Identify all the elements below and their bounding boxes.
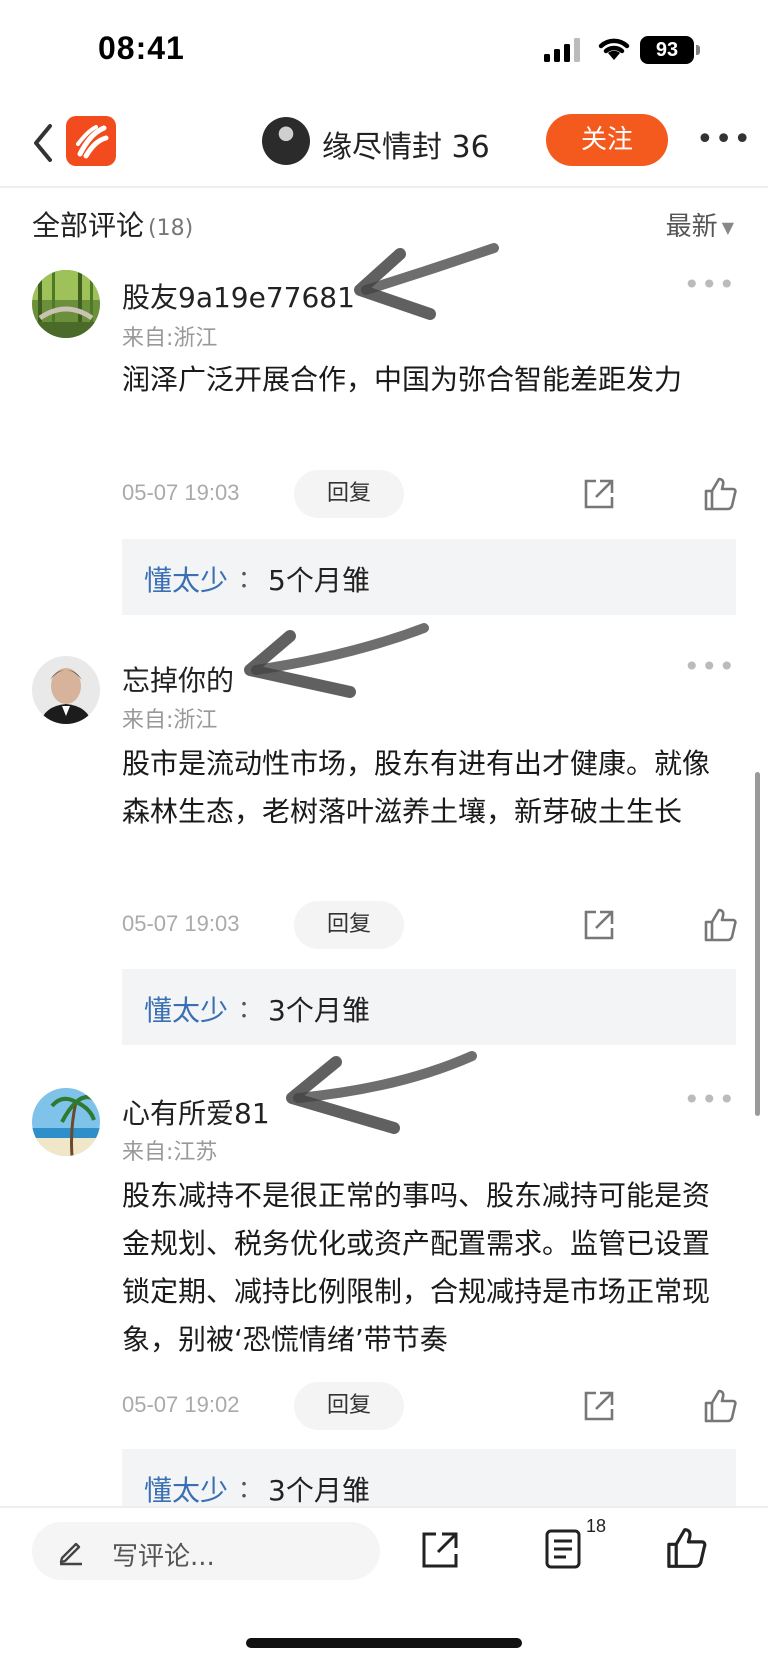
caret-down-icon: ▼: [721, 218, 734, 237]
annotation-arrow-icon: [354, 243, 499, 320]
wifi-icon: [598, 38, 630, 60]
user-location: 来自:江苏: [122, 1140, 218, 1165]
reply-button[interactable]: 回复: [294, 470, 404, 518]
cellular-signal-icon: [544, 38, 580, 62]
sub-reply-separator: ：: [238, 1475, 262, 1503]
sub-reply-text: 5个月雏: [268, 564, 370, 597]
avatar-bamboo-bridge-image: [32, 270, 100, 338]
share-icon[interactable]: [420, 1530, 460, 1570]
annotation-arrow-icon: [286, 1051, 477, 1134]
user-location: 来自:浙江: [122, 708, 218, 733]
comment-time: 05-07 19:02: [122, 1392, 240, 1417]
comment-text: 润泽广泛开展合作，中国为弥合智能差距发力: [122, 363, 683, 396]
annotation-arrow-icon: [244, 623, 429, 698]
user-avatar[interactable]: [32, 656, 100, 724]
comment-time: 05-07 19:03: [122, 480, 240, 505]
back-arrow-icon[interactable]: [26, 120, 60, 166]
comments-title: 全部评论: [32, 209, 145, 242]
more-options-icon[interactable]: •••: [696, 122, 752, 157]
home-indicator[interactable]: [246, 1638, 522, 1648]
sub-reply-user[interactable]: 懂太少: [144, 1469, 228, 1509]
status-bar: 08:41 93: [0, 0, 768, 100]
author-name[interactable]: 缘尽情封 36: [322, 122, 490, 166]
sub-reply-user[interactable]: 懂太少: [144, 989, 228, 1029]
follow-button[interactable]: 关注: [546, 114, 668, 166]
username[interactable]: 心有所爱81: [122, 1092, 270, 1132]
status-time: 08:41: [98, 30, 185, 66]
like-thumb-icon[interactable]: [702, 476, 738, 512]
comment-text: 股东减持不是很正常的事吗、股东减持可能是资金规划、税务优化或资产配置需求。监管已…: [122, 1179, 711, 1356]
comment-text: 股市是流动性市场，股东有进有出才健康。就像森林生态，老树落叶滋养土壤，新芽破土生…: [122, 747, 711, 828]
user-avatar[interactable]: [32, 270, 100, 338]
reply-button[interactable]: 回复: [294, 1382, 404, 1430]
sub-reply[interactable]: 懂太少 ： 3个月雏: [122, 969, 736, 1045]
comments-list-icon[interactable]: [544, 1528, 582, 1570]
user-avatar[interactable]: [32, 1088, 100, 1156]
like-thumb-icon[interactable]: [702, 907, 738, 943]
reply-button[interactable]: 回复: [294, 901, 404, 949]
sort-label: 最新: [665, 212, 718, 242]
battery-indicator: 93: [640, 36, 694, 64]
scrollbar[interactable]: [755, 772, 760, 1116]
sort-dropdown[interactable]: 最新 ▼: [666, 206, 734, 243]
avatar-man-portrait-image: [32, 656, 100, 724]
write-comment-input[interactable]: 写评论...: [32, 1522, 380, 1580]
sub-reply-separator: ：: [238, 995, 262, 1023]
comment-more-icon[interactable]: •••: [683, 650, 736, 683]
comment-time: 05-07 19:03: [122, 911, 240, 936]
share-icon[interactable]: [582, 908, 616, 942]
sub-reply-text: 3个月雏: [268, 994, 370, 1027]
app-logo[interactable]: [66, 116, 116, 166]
comments-section-title: 全部评论 (18): [32, 204, 193, 244]
sub-reply[interactable]: 懂太少 ： 5个月雏: [122, 539, 736, 615]
avatar-beach-palm-image: [32, 1088, 100, 1156]
sub-reply-user[interactable]: 懂太少: [144, 559, 228, 599]
comment-more-icon[interactable]: •••: [683, 1083, 736, 1116]
share-icon[interactable]: [582, 1389, 616, 1423]
pen-icon: [59, 1542, 82, 1566]
like-thumb-icon[interactable]: [702, 1388, 738, 1424]
like-thumb-icon[interactable]: [664, 1526, 708, 1570]
sub-reply-text: 3个月雏: [268, 1474, 370, 1507]
sub-reply-separator: ：: [238, 565, 262, 593]
comment-more-icon[interactable]: •••: [683, 268, 736, 301]
author-avatar[interactable]: [262, 117, 310, 165]
username[interactable]: 忘掉你的: [122, 659, 234, 699]
user-location: 来自:浙江: [122, 326, 218, 351]
battery-nub: [696, 45, 700, 55]
bottom-action-bar: 写评论... 18: [0, 1506, 768, 1665]
username[interactable]: 股友9a19e77681: [122, 276, 355, 316]
top-navigation-bar: 缘尽情封 36 关注 •••: [0, 100, 768, 188]
write-comment-placeholder: 写评论...: [112, 1542, 215, 1572]
share-icon[interactable]: [582, 477, 616, 511]
comment-count-badge: 18: [586, 1516, 607, 1536]
app-logo-icon: [76, 125, 109, 159]
comments-count: (18): [148, 216, 194, 241]
